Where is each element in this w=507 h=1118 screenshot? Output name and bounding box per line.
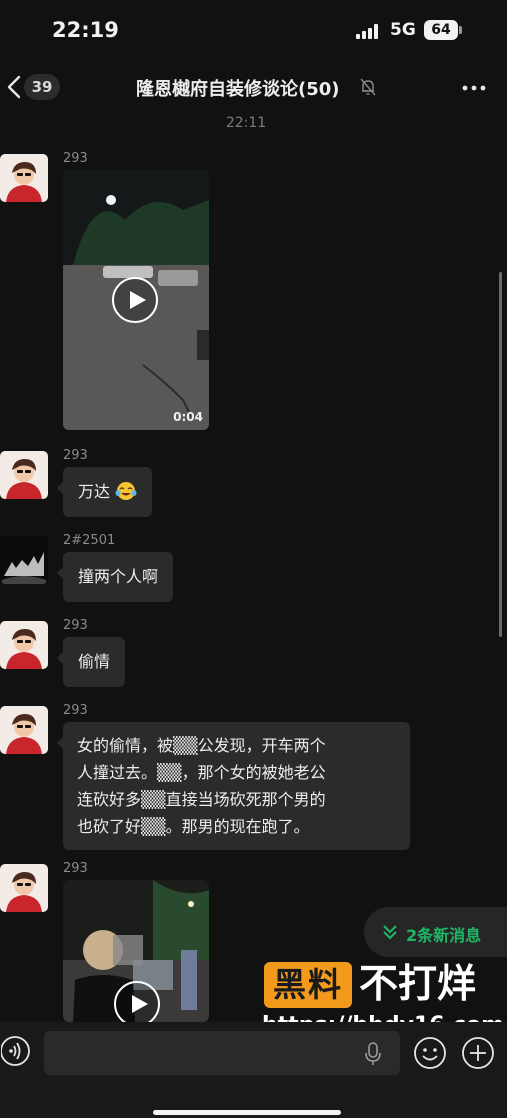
chat-title: 隆恩樾府自装修谈论(50) <box>136 79 340 100</box>
play-icon[interactable] <box>111 276 159 324</box>
new-messages-button[interactable]: 2条新消息 <box>364 907 507 957</box>
double-chevron-down-icon <box>383 925 397 940</box>
emoji-icon[interactable] <box>413 1036 447 1070</box>
input-bar <box>0 1022 507 1118</box>
voice-input-icon[interactable] <box>1 1035 31 1067</box>
message-bubble[interactable]: 万达 <box>56 467 153 517</box>
chat-header: 39 隆恩樾府自装修谈论(50) <box>0 62 507 114</box>
status-time: 22:19 <box>52 18 119 42</box>
sender-name: 293 <box>63 703 88 718</box>
back-icon[interactable] <box>4 73 24 101</box>
avatar[interactable] <box>0 706 48 754</box>
new-messages-label: 2条新消息 <box>406 926 482 945</box>
video-message[interactable]: 0:04 <box>63 170 209 430</box>
microphone-icon[interactable] <box>364 1042 382 1066</box>
avatar[interactable] <box>0 536 48 584</box>
watermark-logo-box: 黑料 <box>264 962 352 1008</box>
signal-icon <box>356 24 382 39</box>
status-bar: 22:19 5G 64 <box>0 0 507 62</box>
scrollbar[interactable] <box>499 272 502 637</box>
video-message[interactable] <box>63 880 209 1022</box>
sender-name: 293 <box>63 861 88 876</box>
sender-name: 293 <box>63 151 88 166</box>
message-bubble[interactable]: 偷情 <box>56 637 126 687</box>
battery-icon: 64 <box>424 20 462 40</box>
play-icon[interactable] <box>113 980 161 1022</box>
sender-name: 2#2501 <box>63 533 116 548</box>
message-text-line: 也砍了好▒▒。那男的现在跑了。 <box>77 817 310 836</box>
avatar[interactable] <box>0 864 48 912</box>
avatar[interactable] <box>0 154 48 202</box>
message-text-line: 人撞过去。▒▒，那个女的被她老公 <box>77 763 326 782</box>
add-attachment-icon[interactable] <box>461 1036 495 1070</box>
mute-bell-icon <box>360 78 376 96</box>
network-label: 5G <box>390 20 416 40</box>
message-text: 撞两个人啊 <box>78 567 159 586</box>
message-bubble[interactable]: 女的偷情，被▒▒公发现，开车两个 人撞过去。▒▒，那个女的被她老公 连砍好多▒▒… <box>57 722 410 850</box>
sender-name: 293 <box>63 618 88 633</box>
message-text: 偷情 <box>78 652 111 671</box>
video-duration: 0:04 <box>173 410 203 424</box>
avatar[interactable] <box>0 621 48 669</box>
message-timestamp: 22:11 <box>225 115 267 131</box>
message-input[interactable] <box>44 1031 400 1075</box>
message-text-line: 连砍好多▒▒直接当场砍死那个男的 <box>77 790 326 809</box>
home-indicator[interactable] <box>153 1110 341 1115</box>
crying-laughing-emoji-icon <box>115 482 137 500</box>
avatar[interactable] <box>0 451 48 499</box>
unread-count-badge[interactable]: 39 <box>24 74 60 100</box>
sender-name: 293 <box>63 448 88 463</box>
message-text-line: 女的偷情，被▒▒公发现，开车两个 <box>77 736 326 755</box>
message-text: 万达 <box>78 482 111 501</box>
more-options-icon[interactable] <box>462 84 486 92</box>
message-bubble[interactable]: 撞两个人啊 <box>56 552 174 602</box>
watermark-logo-text: 不打烊 <box>359 962 477 1007</box>
